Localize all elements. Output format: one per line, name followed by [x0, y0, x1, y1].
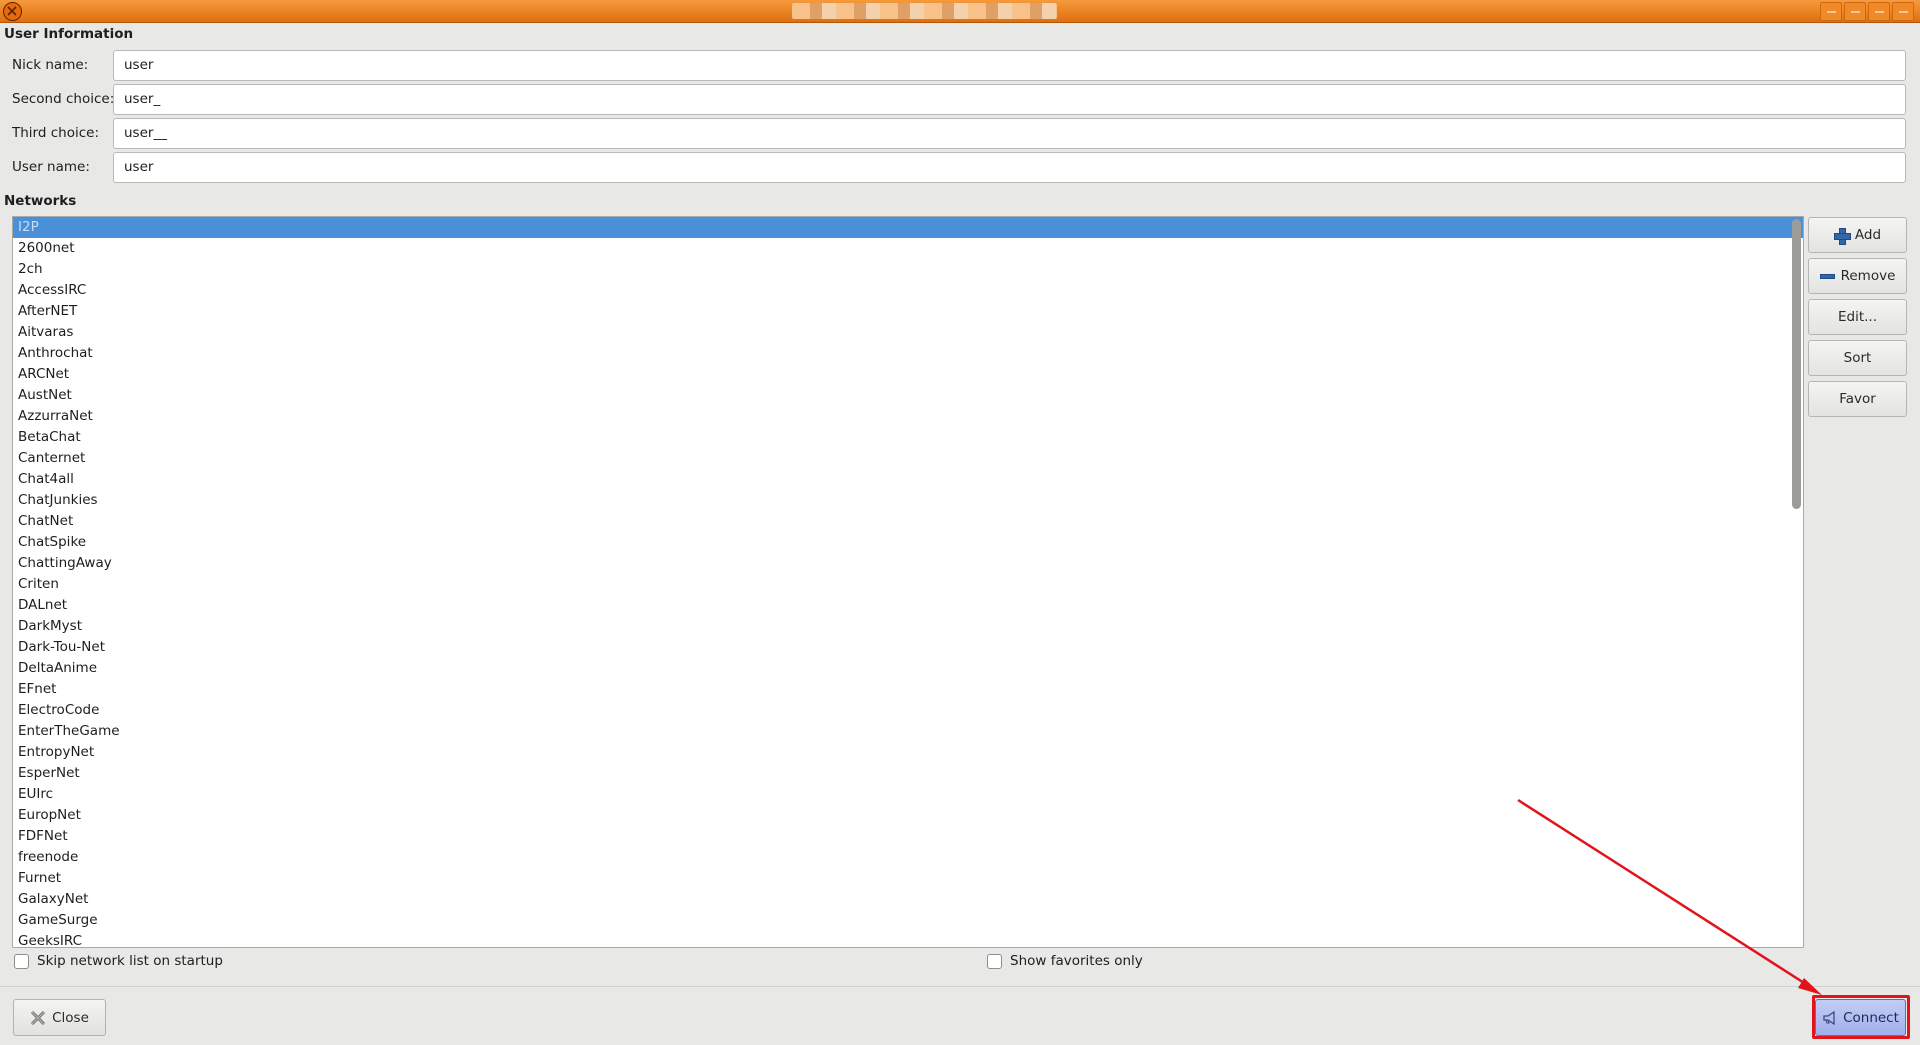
add-network-button[interactable]: Add	[1808, 217, 1907, 253]
nick-name-label: Nick name:	[12, 57, 89, 73]
title-bar	[0, 0, 1920, 23]
network-list-item[interactable]: ChatNet	[13, 511, 1803, 532]
network-list-item[interactable]: EFnet	[13, 679, 1803, 700]
user-name-field[interactable]: user	[113, 152, 1906, 183]
networks-heading: Networks	[4, 193, 77, 209]
remove-button-label: Remove	[1840, 268, 1896, 284]
network-list-item[interactable]: ChatJunkies	[13, 490, 1803, 511]
network-list-item[interactable]: ARCNet	[13, 364, 1803, 385]
window-close-small-button[interactable]	[1892, 2, 1914, 21]
add-button-label: Add	[1854, 227, 1882, 243]
window-shade-button[interactable]	[1820, 2, 1842, 21]
network-list-item[interactable]: Criten	[13, 574, 1803, 595]
favorites-only-label: Show favorites only	[1010, 953, 1143, 969]
network-list-item[interactable]: DarkMyst	[13, 616, 1803, 637]
network-list-item[interactable]: AccessIRC	[13, 280, 1803, 301]
connect-icon	[1823, 1010, 1835, 1025]
close-button-label: Close	[52, 1009, 89, 1026]
network-list-item[interactable]: DeltaAnime	[13, 658, 1803, 679]
network-list-item[interactable]: Anthrochat	[13, 343, 1803, 364]
favorites-only-checkbox[interactable]	[987, 953, 1002, 969]
favor-button-label: Favor	[1839, 391, 1876, 407]
connect-button[interactable]: Connect	[1815, 999, 1906, 1036]
plus-icon	[1833, 227, 1851, 245]
network-list-item[interactable]: freenode	[13, 847, 1803, 868]
network-list-item[interactable]: AzzurraNet	[13, 406, 1803, 427]
favorites-only-option[interactable]: Show favorites only	[987, 953, 1143, 969]
network-list-item[interactable]: Dark-Tou-Net	[13, 637, 1803, 658]
skip-startup-option[interactable]: Skip network list on startup	[14, 953, 223, 969]
network-list-item[interactable]: 2ch	[13, 259, 1803, 280]
third-choice-label: Third choice:	[12, 125, 99, 141]
network-list-item[interactable]: AfterNET	[13, 301, 1803, 322]
window-minimize-button[interactable]	[1844, 2, 1866, 21]
window-close-button[interactable]	[3, 2, 22, 21]
network-list-item[interactable]: Furnet	[13, 868, 1803, 889]
network-list-item[interactable]: I2P	[13, 217, 1803, 238]
network-list[interactable]: I2P 2600net 2ch AccessIRC AfterNET Aitvaras An…	[12, 216, 1804, 948]
favor-network-button[interactable]: Favor	[1808, 381, 1907, 417]
connect-button-label: Connect	[1843, 1009, 1899, 1026]
network-list-item[interactable]: ElectroCode	[13, 700, 1803, 721]
network-list-item[interactable]: EnterTheGame	[13, 721, 1803, 742]
network-list-item[interactable]: ChattingAway	[13, 553, 1803, 574]
network-list-item[interactable]: DALnet	[13, 595, 1803, 616]
close-icon	[31, 1010, 46, 1025]
close-button[interactable]: Close	[13, 999, 106, 1036]
user-information-heading: User Information	[4, 26, 134, 42]
network-list-item[interactable]: GameSurge	[13, 910, 1803, 931]
network-list-item[interactable]: EsperNet	[13, 763, 1803, 784]
network-list-item[interactable]: EntropyNet	[13, 742, 1803, 763]
second-choice-label: Second choice:	[12, 91, 115, 107]
network-list-item[interactable]: EUIrc	[13, 784, 1803, 805]
skip-startup-checkbox[interactable]	[14, 953, 29, 969]
window-maximize-button[interactable]	[1868, 2, 1890, 21]
third-choice-field[interactable]: user__	[113, 118, 1906, 149]
skip-startup-label: Skip network list on startup	[37, 953, 223, 969]
edit-button-label: Edit...	[1837, 309, 1878, 325]
network-list-item[interactable]: BetaChat	[13, 427, 1803, 448]
edit-network-button[interactable]: Edit...	[1808, 299, 1907, 335]
network-list-item[interactable]: Aitvaras	[13, 322, 1803, 343]
network-list-item[interactable]: FDFNet	[13, 826, 1803, 847]
network-list-item[interactable]: ChatSpike	[13, 532, 1803, 553]
user-name-label: User name:	[12, 159, 90, 175]
network-list-item[interactable]: Chat4all	[13, 469, 1803, 490]
sort-networks-button[interactable]: Sort	[1808, 340, 1907, 376]
nick-name-field[interactable]: user	[113, 50, 1906, 81]
minus-icon	[1819, 273, 1835, 279]
window-title-obscured	[792, 3, 1057, 19]
network-list-item[interactable]: GalaxyNet	[13, 889, 1803, 910]
network-list-item[interactable]: 2600net	[13, 238, 1803, 259]
remove-network-button[interactable]: Remove	[1808, 258, 1907, 294]
network-list-item[interactable]: GeeksIRC	[13, 931, 1803, 947]
second-choice-field[interactable]: user_	[113, 84, 1906, 115]
sort-button-label: Sort	[1843, 350, 1872, 366]
network-list-scrollbar[interactable]	[1791, 219, 1803, 947]
network-list-item[interactable]: Canternet	[13, 448, 1803, 469]
network-list-item[interactable]: EuropNet	[13, 805, 1803, 826]
scrollbar-thumb[interactable]	[1792, 219, 1801, 509]
footer-divider	[0, 986, 1920, 987]
network-list-item[interactable]: AustNet	[13, 385, 1803, 406]
close-icon	[7, 6, 17, 16]
